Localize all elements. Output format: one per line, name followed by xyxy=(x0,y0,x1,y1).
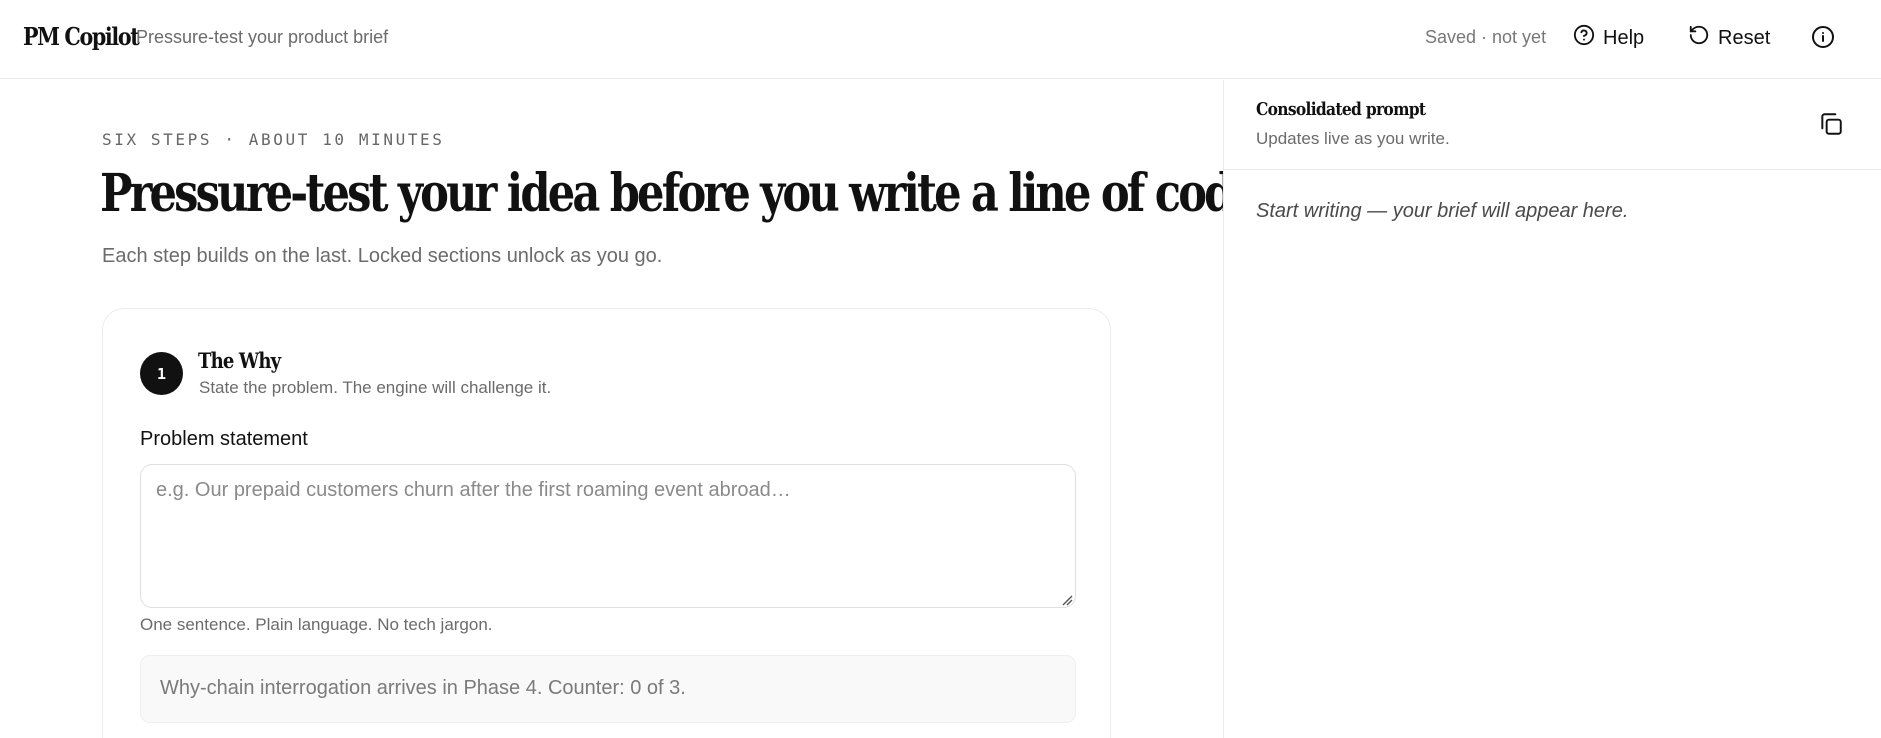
help-button[interactable]: Help xyxy=(1573,24,1644,52)
step-subtitle: State the problem. The engine will chall… xyxy=(199,378,552,397)
panel-empty-state: Start writing — your brief will appear h… xyxy=(1256,200,1629,222)
app-tagline: Pressure-test your product brief xyxy=(136,27,389,47)
help-label: Help xyxy=(1603,26,1645,49)
reset-icon xyxy=(1688,24,1710,52)
step-number-badge: 1 xyxy=(140,352,183,395)
panel-subtitle: Updates live as you write. xyxy=(1256,129,1450,148)
panel-header: Consolidated prompt Updates live as you … xyxy=(1224,80,1881,170)
save-status: Saved · not yet xyxy=(1425,27,1547,47)
panel-title: Consolidated prompt xyxy=(1256,99,1426,120)
reset-label: Reset xyxy=(1718,26,1771,49)
copy-button[interactable] xyxy=(1818,111,1844,137)
resize-handle-icon[interactable] xyxy=(1061,593,1073,606)
step-card-why: 1 The Why State the problem. The engine … xyxy=(102,308,1111,738)
top-bar: PM Copilot Pressure-test your product br… xyxy=(0,0,1881,79)
info-button[interactable] xyxy=(1811,25,1835,55)
problem-statement-input[interactable] xyxy=(140,464,1076,608)
page-subtitle: Each step builds on the last. Locked sec… xyxy=(102,245,663,267)
reset-button[interactable]: Reset xyxy=(1688,24,1770,52)
help-circle-icon xyxy=(1573,24,1595,52)
problem-statement-label: Problem statement xyxy=(140,428,308,450)
steps-eyebrow: SIX STEPS · ABOUT 10 MINUTES xyxy=(102,130,445,149)
info-icon xyxy=(1811,25,1835,55)
step-title: The Why xyxy=(198,348,281,373)
page-title: Pressure-test your idea before you write… xyxy=(100,163,1271,224)
copy-icon xyxy=(1818,113,1844,141)
consolidated-prompt-panel: Consolidated prompt Updates live as you … xyxy=(1223,80,1881,738)
field-hint: One sentence. Plain language. No tech ja… xyxy=(140,615,493,634)
why-chain-notice: Why-chain interrogation arrives in Phase… xyxy=(140,655,1076,723)
brand-logo[interactable]: PM Copilot xyxy=(23,22,140,51)
